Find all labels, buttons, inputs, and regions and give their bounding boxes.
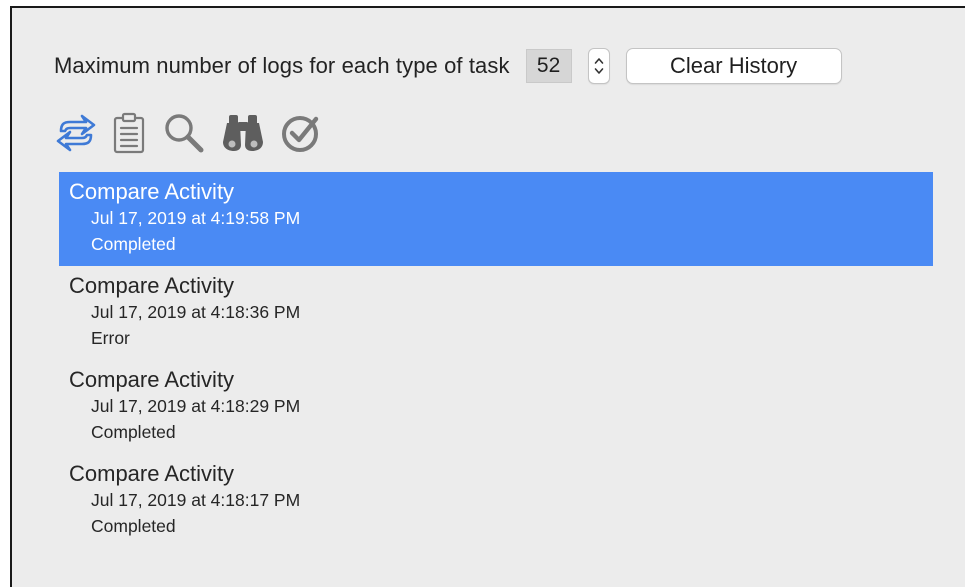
clear-history-button[interactable]: Clear History xyxy=(625,48,842,84)
history-window: Maximum number of logs for each type of … xyxy=(10,6,965,587)
log-status: Completed xyxy=(91,516,176,536)
log-date: Jul 17, 2019 at 4:18:36 PM xyxy=(91,302,301,322)
max-logs-label: Maximum number of logs for each type of … xyxy=(54,53,510,78)
settings-row: Maximum number of logs for each type of … xyxy=(54,46,842,86)
binoculars-icon[interactable] xyxy=(216,108,270,158)
log-status: Completed xyxy=(91,234,176,254)
log-title: Compare Activity xyxy=(69,461,235,486)
log-status: Completed xyxy=(91,422,176,442)
clipboard-icon[interactable] xyxy=(106,108,152,158)
checkmark-circle-icon[interactable] xyxy=(276,108,326,158)
toolbar xyxy=(52,108,332,158)
log-title: Compare Activity xyxy=(69,273,235,298)
stepper-up-icon[interactable] xyxy=(593,56,605,66)
log-date: Jul 17, 2019 at 4:19:58 PM xyxy=(91,208,301,228)
log-status: Error xyxy=(91,328,130,348)
log-date: Jul 17, 2019 at 4:18:29 PM xyxy=(91,396,301,416)
log-title: Compare Activity xyxy=(69,367,235,392)
log-list: Compare Activity Jul 17, 2019 at 4:19:58… xyxy=(59,172,933,548)
magnifier-icon[interactable] xyxy=(158,108,210,158)
log-item[interactable]: Compare Activity Jul 17, 2019 at 4:19:58… xyxy=(59,172,933,266)
log-item[interactable]: Compare Activity Jul 17, 2019 at 4:18:29… xyxy=(59,360,933,454)
compare-arrows-icon[interactable] xyxy=(52,108,100,158)
log-title: Compare Activity xyxy=(69,179,235,204)
log-item[interactable]: Compare Activity Jul 17, 2019 at 4:18:17… xyxy=(59,454,933,548)
stepper-down-icon[interactable] xyxy=(593,66,605,76)
max-logs-stepper[interactable] xyxy=(587,48,610,84)
log-item[interactable]: Compare Activity Jul 17, 2019 at 4:18:36… xyxy=(59,266,933,360)
log-date: Jul 17, 2019 at 4:18:17 PM xyxy=(91,490,301,510)
max-logs-field[interactable]: 52 xyxy=(525,49,572,83)
